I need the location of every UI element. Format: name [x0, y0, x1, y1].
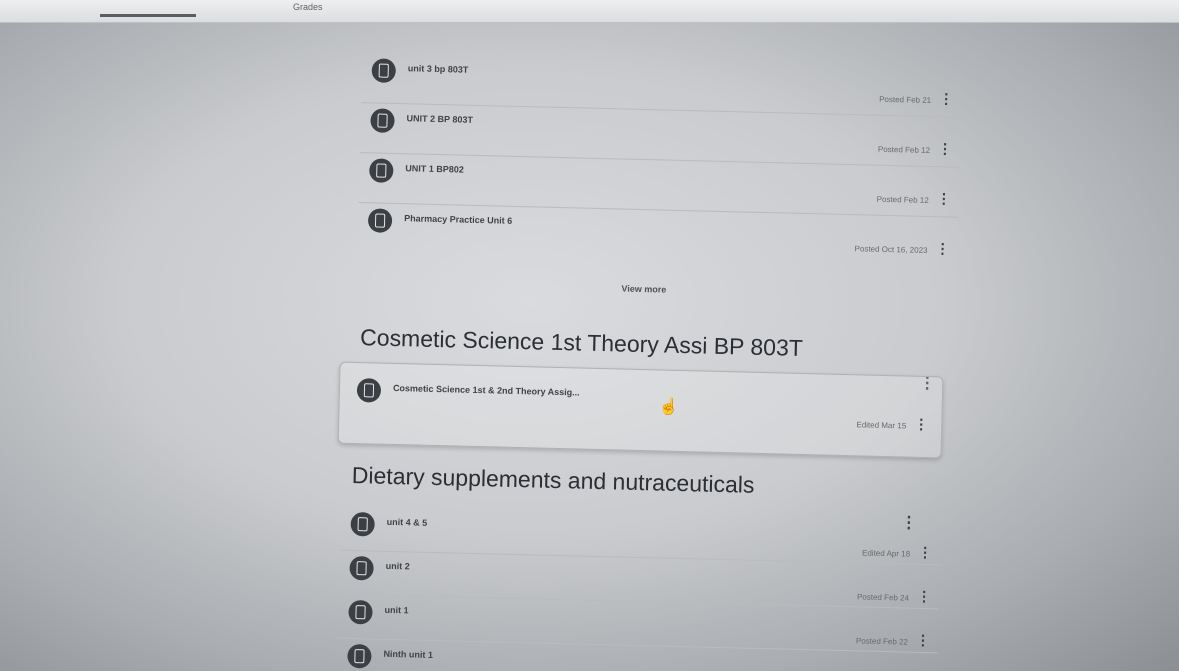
more-vertical-icon[interactable]: ⋮	[935, 240, 949, 256]
item-date: Edited Apr 18	[861, 548, 911, 559]
item-title: Cosmetic Science 1st & 2nd Theory Assig.…	[392, 382, 580, 398]
item-title: unit 1	[384, 604, 409, 616]
section-title: Cosmetic Science 1st Theory Assi BP 803T	[359, 324, 804, 361]
view-more-link[interactable]: View more	[621, 284, 666, 295]
item-title: UNIT 1 BP802	[405, 163, 465, 175]
item-title: unit 3 bp 803T	[407, 63, 469, 75]
item-date: Posted Feb 24	[856, 592, 910, 603]
item-title: unit 4 & 5	[386, 516, 428, 528]
assignment-icon	[347, 643, 372, 669]
item-title: unit 2	[385, 560, 410, 572]
more-vertical-icon[interactable]: ⋮	[939, 90, 953, 106]
more-vertical-icon[interactable]: ⋮	[937, 190, 951, 206]
hand-pointer-icon: ☝	[658, 398, 679, 416]
assignment-icon	[369, 158, 394, 183]
photo-of-screen: Grades unit 3 bp 803T Posted Feb 21 ⋮ UN…	[0, 0, 1179, 671]
item-date: Posted Feb 12	[877, 144, 931, 156]
assignment-icon	[356, 378, 382, 403]
assignment-icon	[350, 511, 375, 537]
item-title: Ninth unit 1	[383, 648, 434, 661]
item-date: Posted Oct 16, 2023	[854, 244, 928, 255]
item-date: Posted Feb 12	[876, 194, 929, 205]
assignment-icon	[349, 555, 374, 581]
more-vertical-icon[interactable]: ⋮	[918, 544, 932, 560]
section-title: Dietary supplements and nutraceuticals	[351, 461, 755, 498]
item-date: Edited Mar 15	[856, 420, 907, 431]
assignment-icon	[370, 108, 395, 133]
item-date: Posted Feb 21	[879, 94, 932, 106]
item-title: Pharmacy Practice Unit 6	[404, 213, 513, 226]
item-title: UNIT 2 BP 803T	[406, 113, 474, 125]
assignment-icon	[371, 58, 397, 83]
more-vertical-icon[interactable]: ⋮	[916, 632, 930, 648]
assignment-icon	[367, 208, 393, 233]
more-vertical-icon[interactable]: ⋮	[917, 588, 931, 604]
more-vertical-icon[interactable]: ⋮	[938, 140, 952, 156]
item-date: Posted Feb 22	[855, 636, 909, 647]
assignment-icon	[348, 599, 373, 625]
more-vertical-icon[interactable]: ⋮	[914, 416, 928, 432]
classwork-content: unit 3 bp 803T Posted Feb 21 ⋮ UNIT 2 BP…	[0, 0, 1179, 671]
